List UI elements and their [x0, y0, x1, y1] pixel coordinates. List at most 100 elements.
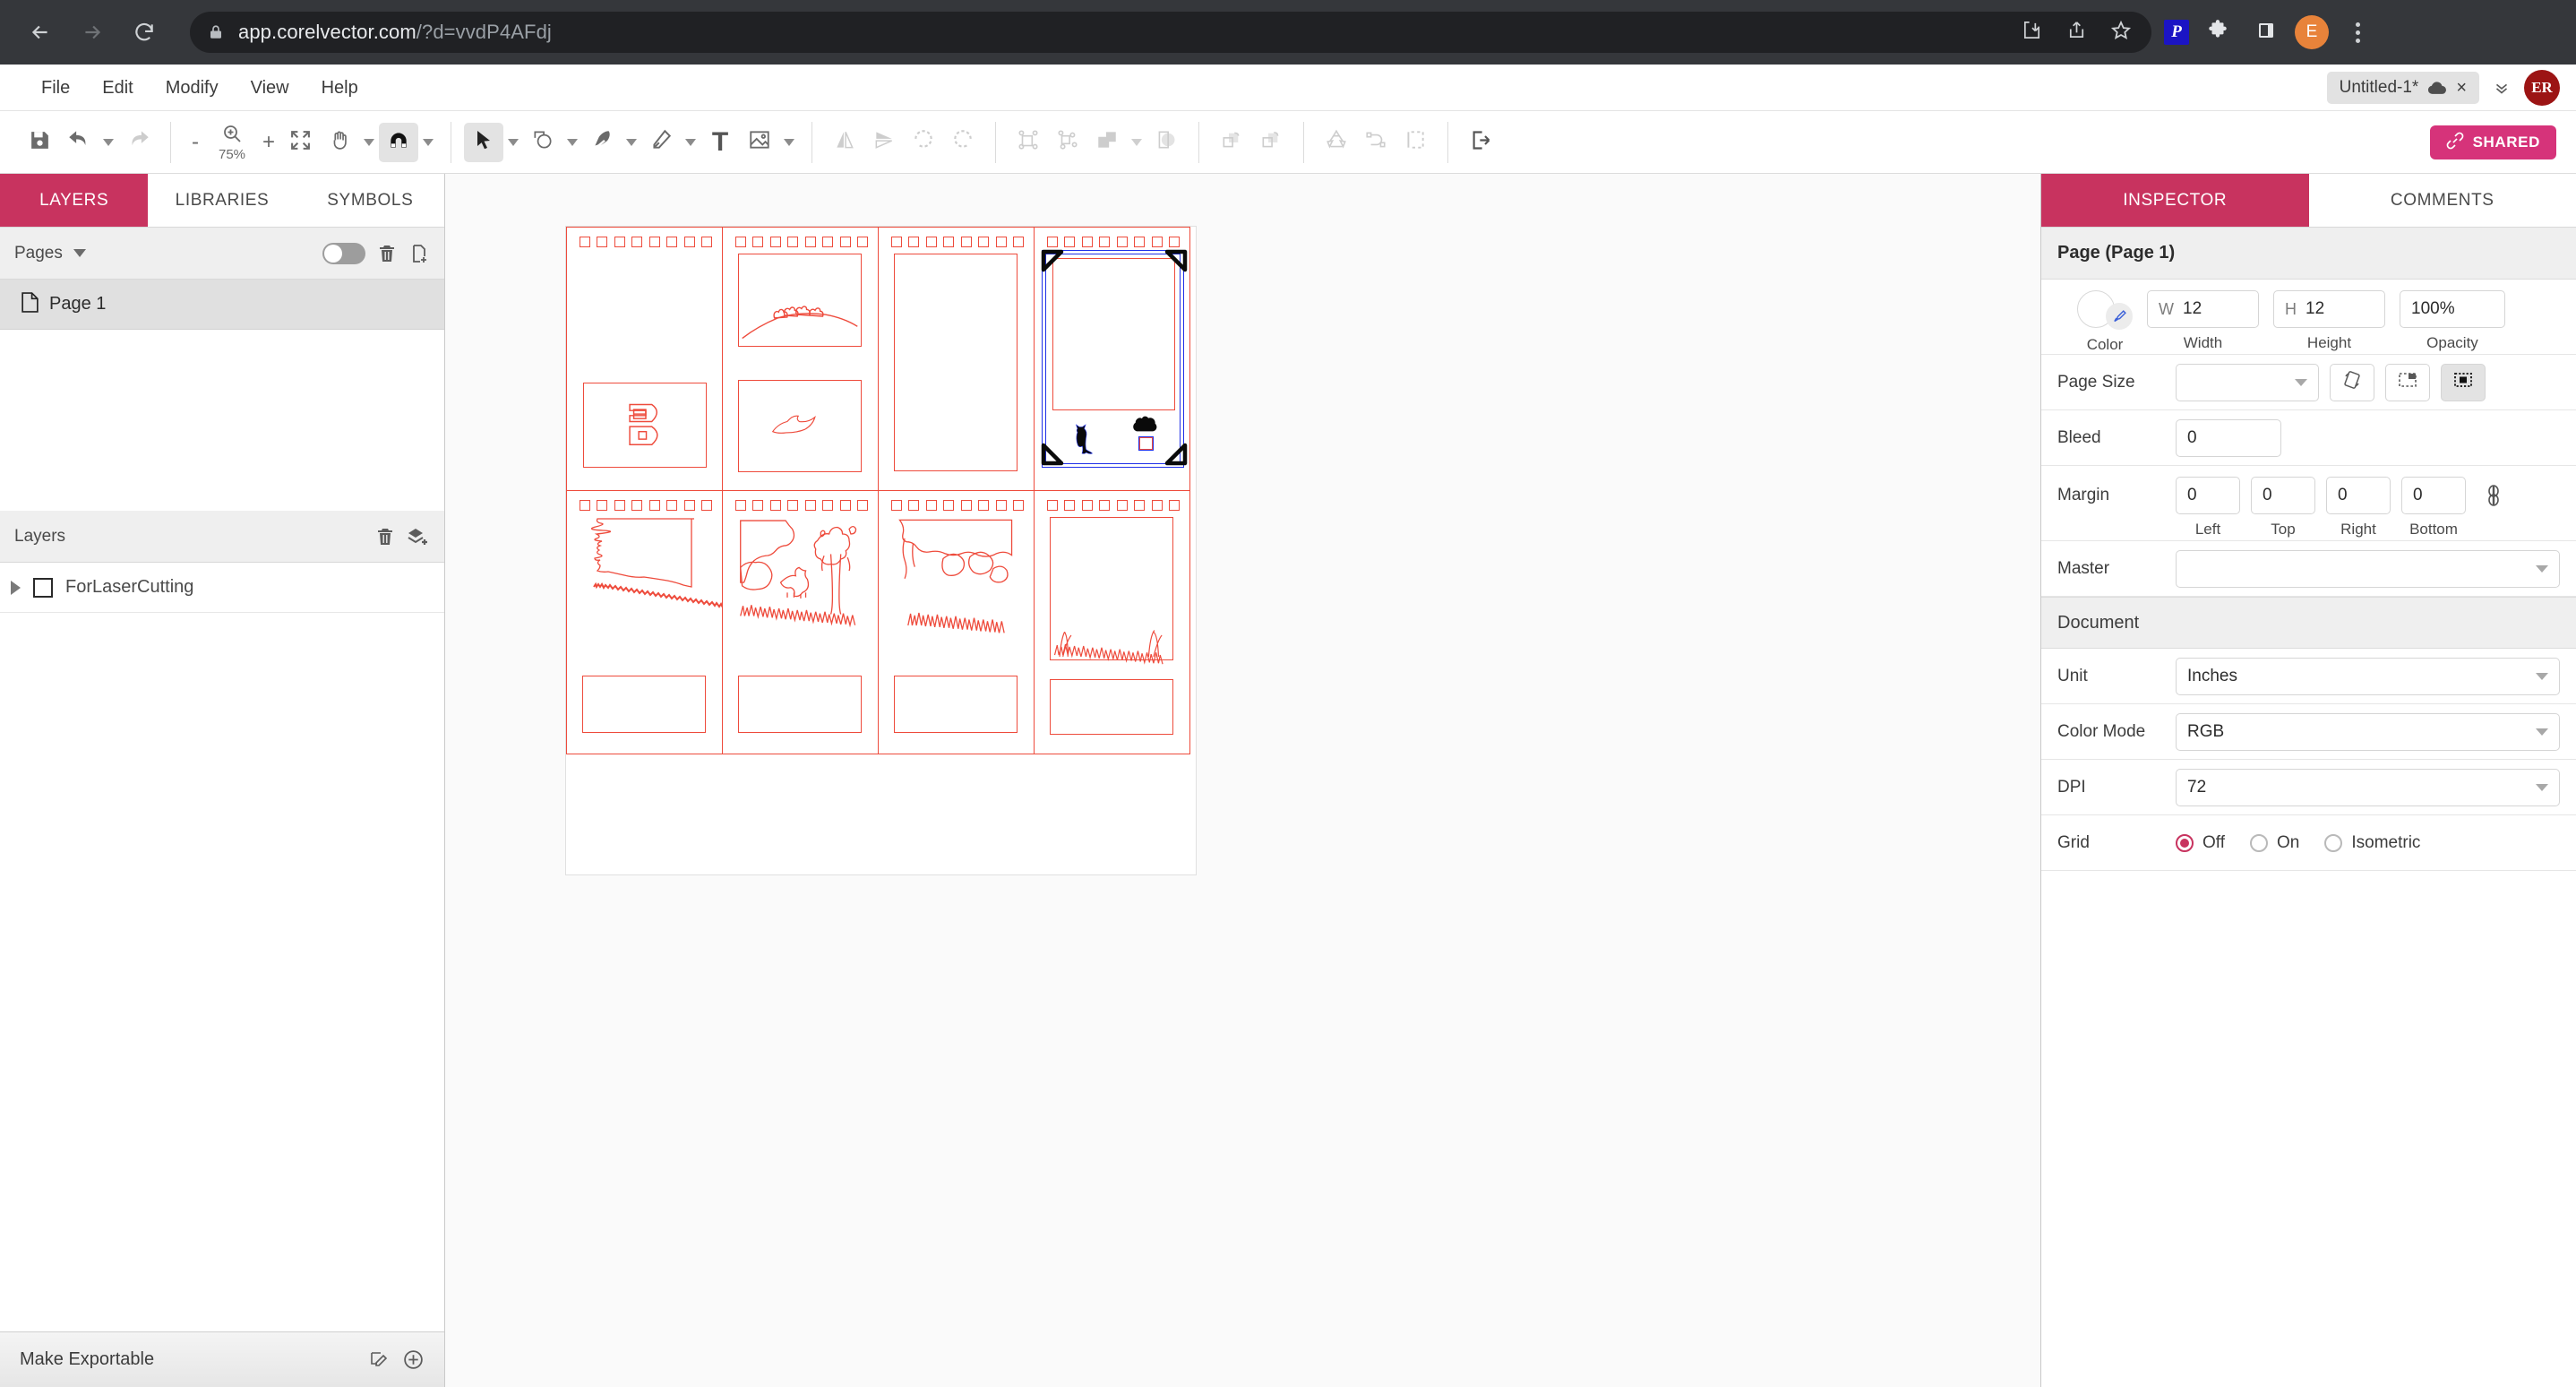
- design-cell-selected[interactable]: [1034, 227, 1190, 491]
- design-cell[interactable]: [722, 490, 879, 754]
- document-tab[interactable]: Untitled-1* ×: [2326, 72, 2479, 104]
- grid-option-isometric[interactable]: Isometric: [2324, 833, 2420, 853]
- zoom-level-control[interactable]: 75%: [207, 123, 257, 162]
- margin-right-value[interactable]: 0: [2338, 486, 2348, 505]
- trash-icon[interactable]: [376, 243, 398, 264]
- margin-left-value[interactable]: 0: [2187, 486, 2197, 505]
- tab-inspector[interactable]: INSPECTOR: [2041, 174, 2309, 227]
- link-margins-icon[interactable]: [2484, 484, 2503, 512]
- bottom-caption-frame[interactable]: [738, 676, 862, 733]
- margin-right-control[interactable]: 0 Right: [2326, 477, 2391, 538]
- ridge-landscape-artwork[interactable]: [580, 517, 724, 616]
- undo-button[interactable]: [59, 123, 99, 162]
- opacity-control[interactable]: 100% Opacity: [2400, 290, 2505, 352]
- select-tool-button[interactable]: [464, 122, 503, 162]
- bottom-caption-frame[interactable]: [894, 676, 1018, 733]
- rotate-cw-button[interactable]: [943, 123, 983, 162]
- design-cell[interactable]: [878, 227, 1035, 491]
- color-mode-select[interactable]: RGB: [2176, 712, 2560, 751]
- design-cell[interactable]: [1034, 490, 1190, 754]
- height-control[interactable]: H 12 Height: [2273, 290, 2385, 352]
- pages-visibility-toggle[interactable]: [322, 242, 365, 264]
- forward-button[interactable]: [72, 12, 113, 53]
- layer-list-item[interactable]: ForLaserCutting: [0, 563, 444, 613]
- margin-bottom-control[interactable]: 0 Bottom: [2401, 477, 2466, 538]
- image-tool-caret[interactable]: [779, 123, 799, 162]
- flip-vertical-button[interactable]: [864, 123, 904, 162]
- add-layer-icon[interactable]: [407, 526, 430, 547]
- marquee-select-button[interactable]: [1395, 123, 1435, 162]
- design-cell[interactable]: [722, 227, 879, 491]
- bleed-input[interactable]: 0: [2176, 418, 2281, 457]
- deer-hill-artwork[interactable]: [738, 254, 862, 347]
- share-button[interactable]: [2057, 13, 2096, 52]
- download-button[interactable]: [2012, 13, 2051, 52]
- add-page-icon[interactable]: [408, 243, 430, 264]
- pencil-tool-button[interactable]: [641, 123, 681, 162]
- fit-to-screen-button[interactable]: [280, 123, 320, 162]
- margin-left-control[interactable]: 0 Left: [2176, 477, 2240, 538]
- forest-grass-artwork[interactable]: [893, 516, 1018, 634]
- profile-avatar[interactable]: E: [2295, 15, 2329, 49]
- shape-tool-button[interactable]: [523, 123, 562, 162]
- chevron-down-icon[interactable]: [73, 249, 86, 257]
- triangle-right-icon[interactable]: [11, 580, 21, 595]
- height-value[interactable]: 12: [2306, 299, 2324, 319]
- master-select[interactable]: [2176, 549, 2560, 588]
- margin-top-control[interactable]: 0 Top: [2251, 477, 2315, 538]
- arrange-button[interactable]: [1087, 123, 1127, 162]
- pan-tool-button[interactable]: [320, 123, 359, 162]
- user-avatar[interactable]: ER: [2524, 70, 2560, 106]
- arrange-caret[interactable]: [1127, 123, 1146, 162]
- rotate-ccw-button[interactable]: [904, 123, 943, 162]
- extensions-button[interactable]: [2198, 13, 2237, 52]
- menu-view[interactable]: View: [235, 65, 305, 111]
- color-control[interactable]: Color: [2077, 290, 2133, 354]
- shape-tool-caret[interactable]: [562, 123, 582, 162]
- canvas-viewport[interactable]: [445, 174, 2040, 1387]
- tab-libraries[interactable]: LIBRARIES: [148, 174, 296, 227]
- document-tab-close-icon[interactable]: ×: [2456, 79, 2467, 97]
- pen-tool-caret[interactable]: [622, 123, 641, 162]
- bottom-caption-frame[interactable]: [582, 676, 706, 733]
- select-tool-caret[interactable]: [503, 123, 523, 162]
- reeds-grass-artwork[interactable]: [1050, 610, 1173, 665]
- image-tool-button[interactable]: [740, 123, 779, 162]
- page-size-select[interactable]: [2176, 363, 2319, 401]
- group-button[interactable]: [1009, 123, 1048, 162]
- margin-bottom-value[interactable]: 0: [2413, 486, 2423, 505]
- reload-button[interactable]: [124, 12, 165, 53]
- menu-help[interactable]: Help: [305, 65, 374, 111]
- tab-comments[interactable]: COMMENTS: [2309, 174, 2576, 227]
- snap-button[interactable]: [379, 122, 418, 162]
- double-chevron-down-icon[interactable]: [2492, 78, 2512, 98]
- pan-tool-caret[interactable]: [359, 123, 379, 162]
- tab-symbols[interactable]: SYMBOLS: [296, 174, 444, 227]
- design-cell[interactable]: [566, 227, 723, 491]
- width-control[interactable]: W 12 Width: [2147, 290, 2259, 352]
- shared-button[interactable]: SHARED: [2429, 125, 2556, 159]
- page-list-item[interactable]: Page 1: [0, 280, 444, 330]
- orientation-toggle-button[interactable]: [2330, 363, 2374, 401]
- recycle-paths-button[interactable]: [1317, 123, 1356, 162]
- design-cell[interactable]: [566, 490, 724, 754]
- bottom-caption-frame[interactable]: [1050, 679, 1173, 735]
- menu-edit[interactable]: Edit: [86, 65, 149, 111]
- save-button[interactable]: [20, 123, 59, 162]
- address-bar[interactable]: app.corelvector.com/?d=vvdP4AFdj: [190, 12, 2151, 53]
- selection-corner-handles[interactable]: [1038, 246, 1190, 470]
- logo-letter-b-artwork[interactable]: [621, 396, 671, 455]
- margin-top-value[interactable]: 0: [2263, 486, 2272, 505]
- plus-circle-icon[interactable]: [402, 1348, 425, 1371]
- zoom-in-button[interactable]: +: [257, 130, 280, 155]
- ungroup-button[interactable]: [1048, 123, 1087, 162]
- zoom-out-button[interactable]: -: [184, 130, 207, 155]
- trash-icon[interactable]: [374, 526, 396, 547]
- tree-fox-grass-artwork[interactable]: [737, 517, 863, 628]
- eyedropper-icon[interactable]: [2106, 303, 2133, 330]
- side-panel-button[interactable]: [2246, 13, 2286, 52]
- edit-export-icon[interactable]: [368, 1349, 390, 1371]
- export-button[interactable]: [1461, 123, 1500, 162]
- width-value[interactable]: 12: [2183, 299, 2202, 319]
- pen-tool-button[interactable]: [582, 123, 622, 162]
